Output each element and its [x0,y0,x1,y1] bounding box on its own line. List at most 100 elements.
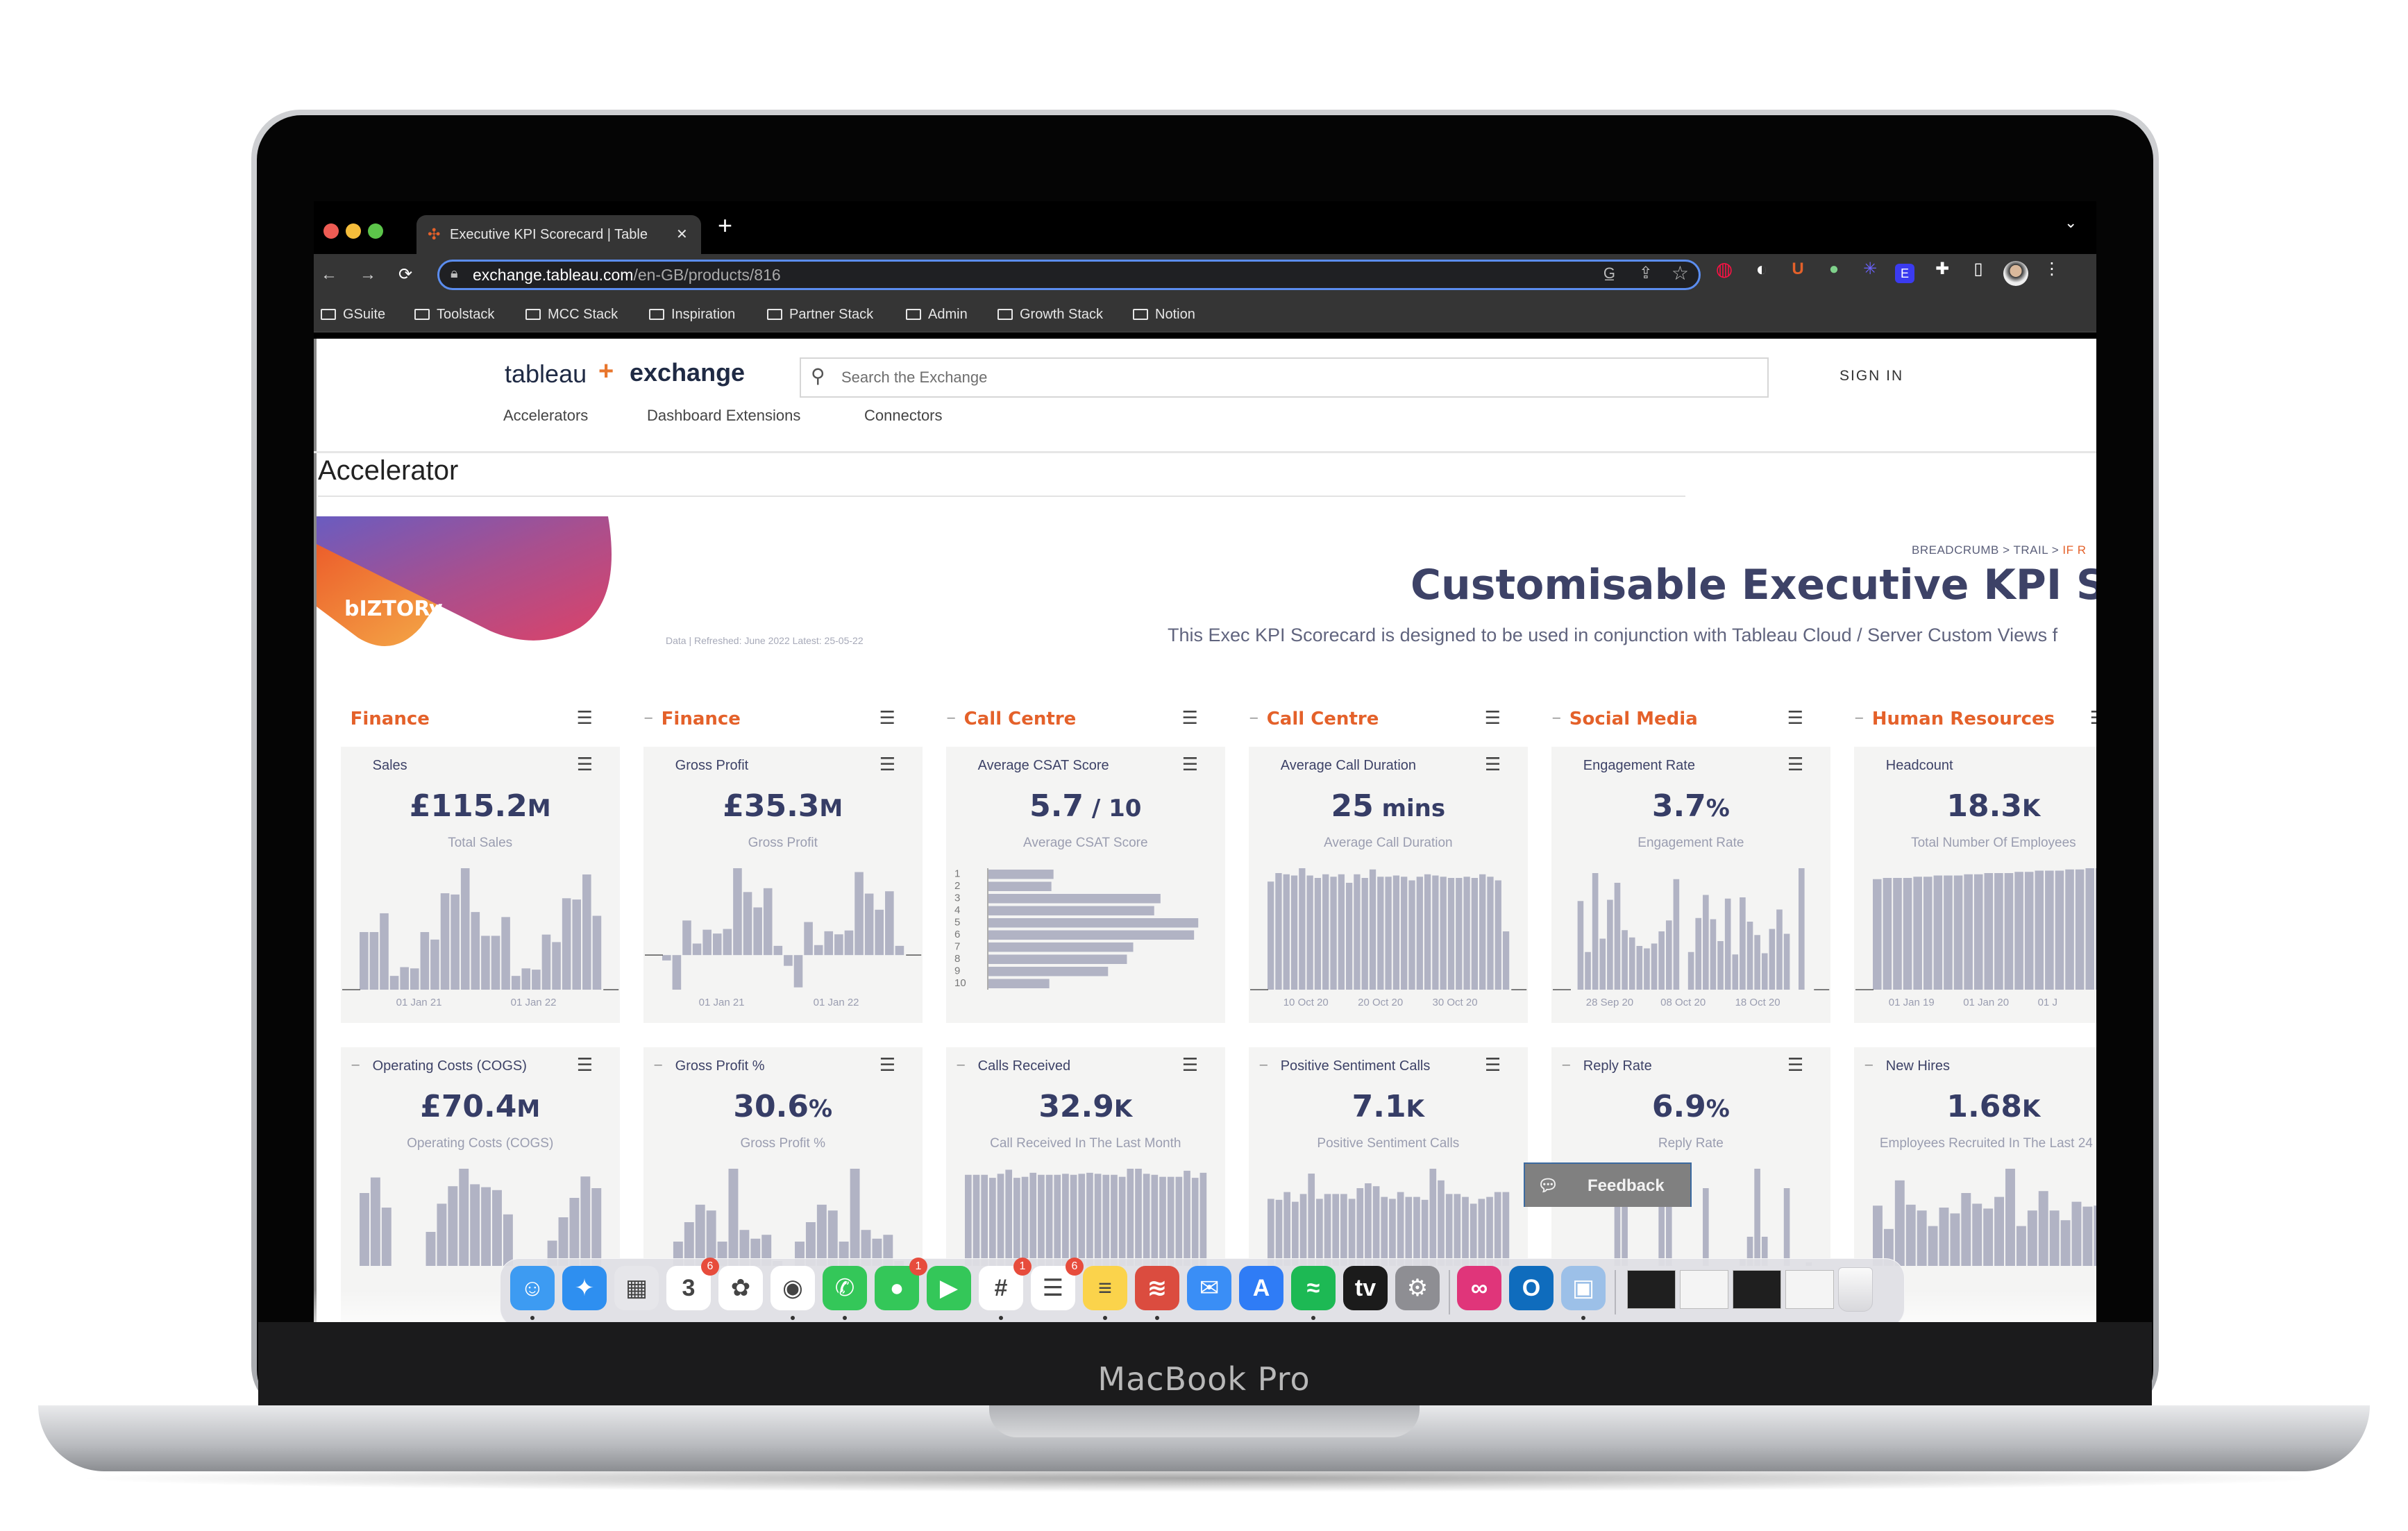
bar[interactable] [1769,929,1775,990]
bar[interactable] [763,888,773,956]
bar[interactable] [500,917,510,990]
bar[interactable] [511,976,521,990]
bar[interactable] [426,1232,436,1267]
bar[interactable] [1892,878,1902,990]
bar[interactable] [1397,1192,1404,1267]
back-icon[interactable]: ← [318,264,340,286]
bar[interactable] [1746,922,1753,990]
bar[interactable] [834,934,843,956]
dock-app-app-store[interactable]: A [1239,1266,1283,1310]
dock-app-launchpad[interactable]: ▦ [614,1266,659,1310]
bar[interactable] [1984,873,1993,990]
card-menu-icon[interactable]: ☰ [1485,755,1501,773]
bar[interactable] [1445,1194,1453,1267]
bar[interactable] [1054,1175,1061,1267]
bar[interactable] [988,870,1054,879]
bookmark-notion[interactable]: Notion [1133,297,1195,332]
bar[interactable] [1376,877,1384,990]
bar[interactable] [1478,1199,1485,1267]
share-icon[interactable]: ⇪ [1639,263,1653,283]
sidebar-icon[interactable]: ▯ [1967,258,1989,280]
bar[interactable] [1454,1194,1460,1267]
bar[interactable] [1314,878,1321,990]
new-tab-button[interactable]: + [718,211,732,240]
bar[interactable] [1982,1208,1993,1267]
dock-app-creative-cloud[interactable]: ∞ [1457,1266,1501,1310]
bar[interactable] [1961,1193,1971,1267]
bar[interactable] [682,920,691,956]
bar[interactable] [2038,1191,2048,1267]
bar[interactable] [728,1169,739,1267]
bar[interactable] [1183,1171,1190,1267]
bar[interactable] [460,868,470,990]
bar[interactable] [1353,874,1361,990]
bar[interactable] [1400,877,1408,990]
bar[interactable] [480,1187,491,1267]
color-picker-extension-icon[interactable]: ◍ [1713,258,1735,280]
bar[interactable] [1167,1177,1174,1267]
bar[interactable] [1340,1194,1347,1267]
dock-app-reminders[interactable]: ☰ 6 [1031,1258,1084,1310]
bar[interactable] [1894,1181,1905,1267]
bar[interactable] [1348,1199,1356,1267]
address-bar[interactable]: 🔒︎ exchange.tableau.com/en-GB/products/8… [437,260,1701,290]
collapse-icon[interactable]: – [1260,1057,1268,1073]
bar[interactable] [1917,1210,1927,1267]
bar[interactable] [1479,874,1486,990]
bar[interactable] [2075,870,2085,990]
bar[interactable] [1094,1174,1102,1267]
card-menu-icon[interactable]: ☰ [1787,1056,1803,1074]
bar[interactable] [1388,1199,1396,1267]
bar[interactable] [803,922,813,956]
bar[interactable] [1732,954,1738,990]
card-menu-icon[interactable]: ☰ [879,755,895,773]
bar[interactable] [662,955,671,961]
feedback-button[interactable]: 💬︎ Feedback [1524,1162,1692,1207]
minimize-window-button[interactable] [346,223,361,239]
bar[interactable] [399,967,409,990]
card-menu-icon[interactable]: ☰ [1485,1056,1501,1074]
dock-app-outlook[interactable]: O [1509,1266,1554,1310]
bookmark-partner-stack[interactable]: Partner Stack [767,297,873,332]
bar[interactable] [471,912,480,990]
section-menu-icon[interactable]: ☰ [879,709,895,727]
bookmark-gsuite[interactable]: GSuite [321,297,385,332]
bookmark-toolstack[interactable]: Toolstack [414,297,494,332]
kpi-card[interactable]: Gross Profit ☰ £35.3M Gross Profit 01 Jan 21… [643,747,923,1024]
dock-app-system-preferences[interactable]: ⚙ [1395,1266,1440,1310]
bar[interactable] [1151,1175,1158,1267]
minimized-preview-window[interactable] [1680,1270,1728,1309]
bar[interactable] [1461,1197,1469,1267]
bar[interactable] [1029,1173,1036,1267]
bar[interactable] [1776,909,1783,990]
bar[interactable] [569,1198,579,1267]
bar[interactable] [695,1205,705,1267]
bar[interactable] [2016,1226,2026,1267]
bar[interactable] [450,895,460,990]
bar[interactable] [752,907,762,956]
bar[interactable] [988,942,1134,952]
minimized-notes-window[interactable] [1733,1270,1781,1309]
bar[interactable] [988,881,1052,892]
bar[interactable] [1102,1175,1109,1267]
bar[interactable] [1643,948,1650,990]
bar[interactable] [521,968,530,990]
bar[interactable] [1883,878,1892,990]
bar[interactable] [1953,875,1963,990]
bar[interactable] [1783,1188,1790,1267]
collapse-icon[interactable]: – [1250,710,1258,726]
kpi-card[interactable]: Average CSAT Score ☰ 5.7 / 10 Average CSAT … [945,747,1225,1024]
bar[interactable] [1471,878,1478,990]
profile-avatar[interactable] [2003,261,2028,286]
bar[interactable] [1345,883,1352,990]
bar[interactable] [592,915,601,990]
bar[interactable] [988,967,1108,976]
bar[interactable] [562,898,571,990]
bar[interactable] [2035,870,2044,990]
bar[interactable] [1943,875,1953,990]
card-menu-icon[interactable]: ☰ [1182,1056,1198,1074]
bar[interactable] [1628,938,1635,990]
bar[interactable] [1134,1169,1142,1267]
card-menu-icon[interactable]: ☰ [577,755,593,773]
bar[interactable] [1933,875,1942,990]
